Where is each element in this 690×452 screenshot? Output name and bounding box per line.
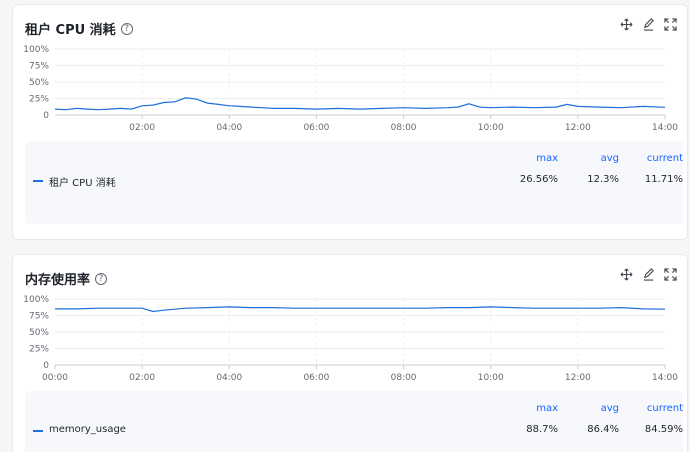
- legend-current-value: 11.71%: [644, 174, 683, 185]
- cpu-panel: 租户 CPU 消耗 ? 100% 75% 50% 25% 0 02:00 04:00 06:0…: [12, 4, 688, 240]
- legend-row[interactable]: 租户 CPU 消耗 26.56% 12.3% 11.71%: [25, 171, 683, 191]
- legend-table: max avg current memory_usage 88.7% 86.4%…: [25, 391, 683, 452]
- x-tick-label: 14:00: [652, 123, 678, 133]
- x-tick-label: 06:00: [303, 373, 329, 383]
- memory-panel: 内存使用率 ? 100% 75% 50% 25% 0 00:00 02:00 04:00 06:…: [12, 254, 688, 452]
- series-line: [55, 306, 666, 313]
- legend-series-name: 租户 CPU 消耗: [49, 178, 116, 189]
- legend-header-max[interactable]: max: [536, 153, 558, 164]
- series-line: [54, 97, 666, 111]
- legend-max-value: 26.56%: [519, 174, 558, 185]
- x-tick-label: 08:00: [391, 123, 417, 133]
- x-tick-label: 02:00: [129, 373, 155, 383]
- legend-series-name: memory_usage: [49, 424, 126, 435]
- legend-max-value: 88.7%: [526, 424, 558, 435]
- legend-avg-value: 12.3%: [587, 174, 619, 185]
- x-tick-label: 12:00: [565, 123, 591, 133]
- x-tick-label: 02:00: [129, 123, 155, 133]
- x-tick-label: 10:00: [478, 373, 504, 383]
- legend-current-value: 84.59%: [644, 424, 683, 435]
- legend-header-max[interactable]: max: [536, 403, 558, 414]
- x-tick-label: 08:00: [391, 373, 417, 383]
- x-tick-label: 06:00: [303, 123, 329, 133]
- y-tick-label: 0: [43, 361, 49, 371]
- memory-line-chart: 100% 75% 50% 25% 0 00:00 02:00 04:00 06:00 08:00 1…: [23, 295, 678, 383]
- x-tick-label: 04:00: [216, 123, 242, 133]
- y-tick-label: 25%: [29, 345, 49, 355]
- y-tick-label: 50%: [29, 328, 49, 338]
- x-tick-label: 00:00: [42, 373, 68, 383]
- x-tick-label: 14:00: [652, 373, 678, 383]
- legend-avg-value: 86.4%: [587, 424, 619, 435]
- x-tick-label: 10:00: [478, 123, 504, 133]
- y-tick-label: 0: [43, 111, 49, 121]
- cpu-line-chart: 100% 75% 50% 25% 0 02:00 04:00 06:00 08:00 10:00 1…: [23, 45, 678, 133]
- legend-table: max avg current 租户 CPU 消耗 26.56% 12.3% 1…: [25, 141, 683, 224]
- y-tick-label: 75%: [29, 312, 49, 322]
- legend-header-current[interactable]: current: [647, 153, 683, 164]
- legend-header-avg[interactable]: avg: [601, 153, 619, 164]
- y-tick-label: 50%: [29, 78, 49, 88]
- legend-header-current[interactable]: current: [647, 403, 683, 414]
- y-tick-label: 100%: [23, 295, 49, 305]
- y-tick-label: 25%: [29, 95, 49, 105]
- legend-swatch: [33, 430, 43, 432]
- x-tick-label: 12:00: [565, 373, 591, 383]
- x-tick-label: 04:00: [216, 373, 242, 383]
- y-tick-label: 100%: [23, 45, 49, 55]
- legend-row[interactable]: memory_usage 88.7% 86.4% 84.59%: [25, 421, 683, 441]
- legend-swatch: [33, 180, 43, 182]
- y-tick-label: 75%: [29, 62, 49, 72]
- legend-header-avg[interactable]: avg: [601, 403, 619, 414]
